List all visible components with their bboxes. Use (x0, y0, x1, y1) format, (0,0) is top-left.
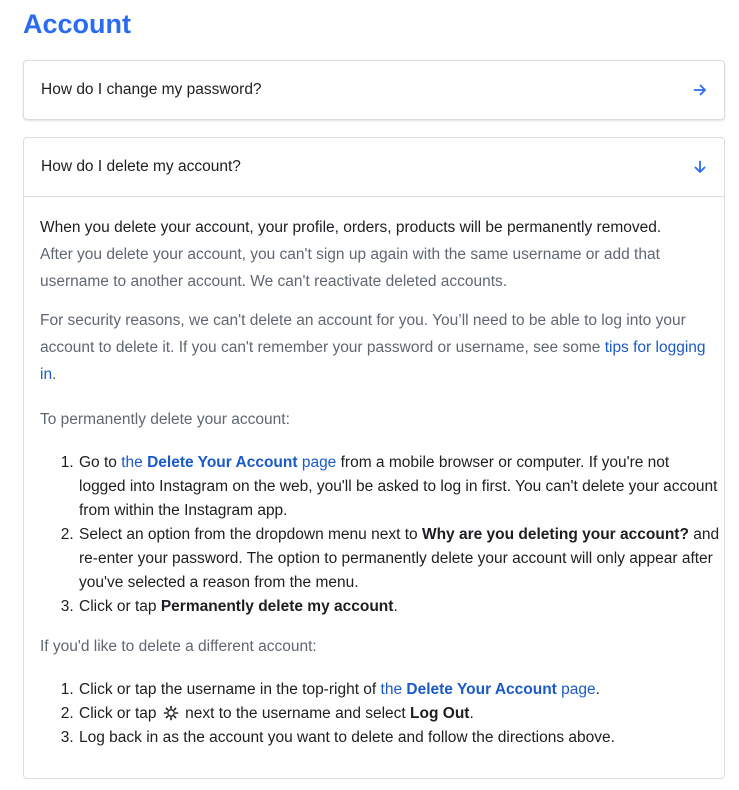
list-item: Go to the Delete Your Account page from … (78, 451, 720, 523)
list-item: Click or tap Permanently delete my accou… (78, 595, 720, 619)
answer-detail-text: After you delete your account, you can't… (40, 246, 660, 290)
list-item: Click or tap next to the username and se… (78, 702, 720, 726)
faq-question-text: How do I change my password? (41, 81, 262, 98)
gear-icon (163, 705, 179, 721)
delete-steps-list: Go to the Delete Your Account page from … (40, 451, 720, 619)
faq-question-text: How do I delete my account? (41, 158, 241, 175)
arrow-right-icon (693, 84, 706, 96)
list-item: Select an option from the dropdown menu … (78, 523, 720, 595)
faq-item-change-password: How do I change my password? (23, 60, 725, 120)
delete-your-account-link[interactable]: the Delete Your Account page (121, 454, 336, 471)
faq-question-change-password[interactable]: How do I change my password? (24, 61, 724, 119)
arrow-down-icon (694, 160, 706, 173)
answer-paragraph-2: For security reasons, we can't delete an… (40, 307, 720, 388)
security-text: For security reasons, we can't delete an… (40, 312, 686, 356)
period: . (52, 366, 57, 383)
list-item: Log back in as the account you want to d… (78, 726, 720, 750)
faq-answer: When you delete your account, your profi… (40, 214, 720, 750)
different-account-steps-list: Click or tap the username in the top-rig… (40, 678, 720, 750)
answer-paragraph-3: To permanently delete your account: (40, 411, 290, 428)
delete-your-account-link[interactable]: the Delete Your Account page (381, 681, 596, 698)
answer-paragraph-4: If you'd like to delete a different acco… (40, 638, 317, 655)
answer-lead-text: When you delete your account, your profi… (40, 219, 662, 236)
list-item: Click or tap the username in the top-rig… (78, 678, 720, 702)
faq-item-delete-account: How do I delete my account? When you del… (23, 137, 725, 779)
answer-paragraph-1: When you delete your account, your profi… (40, 214, 720, 295)
faq-question-delete-account[interactable]: How do I delete my account? (24, 138, 724, 197)
page-title: Account (23, 9, 131, 39)
